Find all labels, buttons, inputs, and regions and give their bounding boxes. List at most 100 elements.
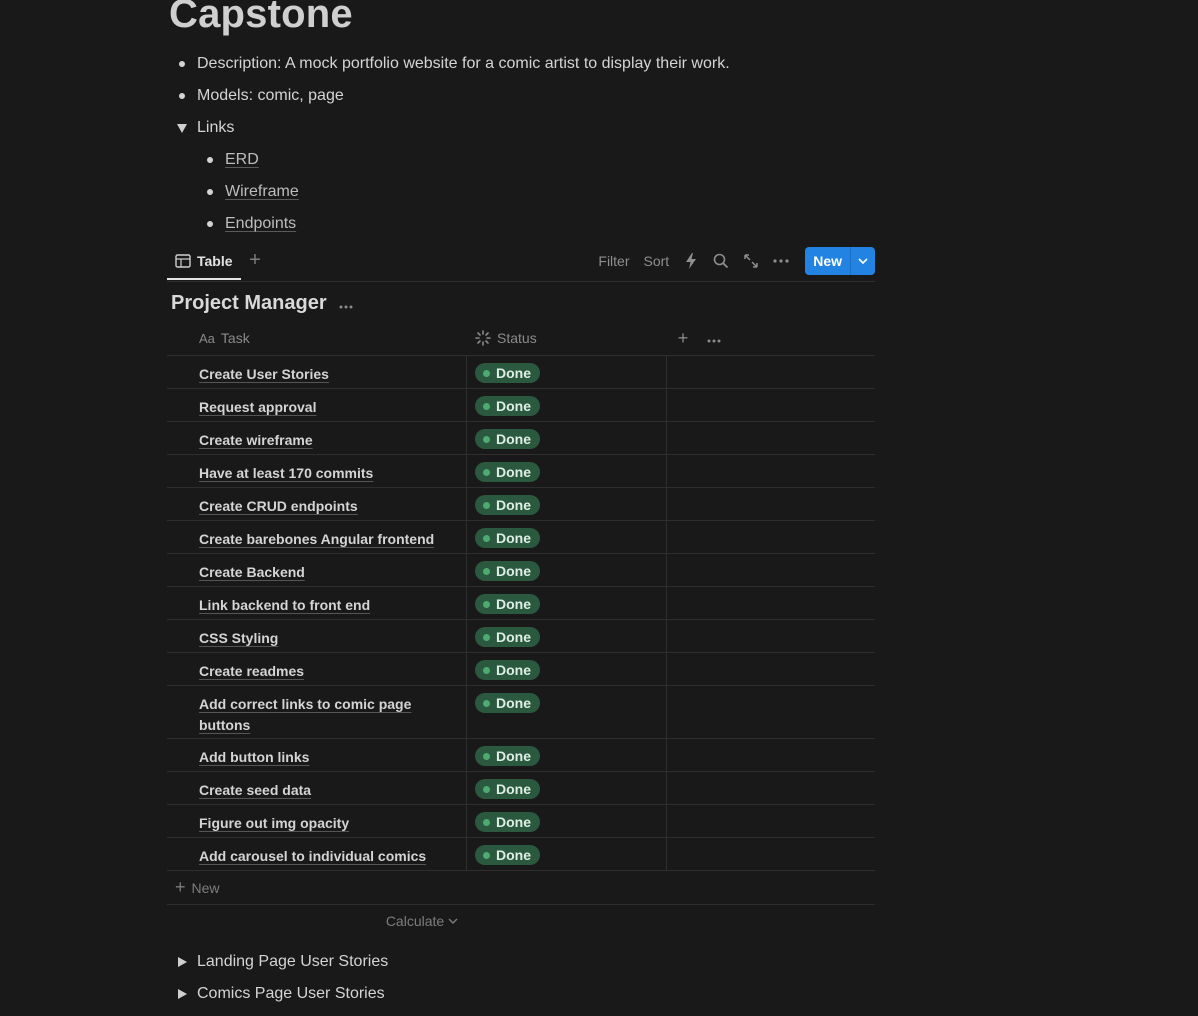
database-title-row: Project Manager — [171, 292, 353, 315]
link-erd[interactable]: ERD — [225, 151, 259, 169]
status-cell[interactable]: Done — [466, 422, 667, 454]
task-cell[interactable]: Link backend to front end — [167, 587, 467, 619]
status-cell[interactable]: Done — [466, 805, 667, 837]
automation-bolt-icon[interactable] — [681, 251, 701, 271]
task-title[interactable]: Add carousel to individual comics — [199, 846, 439, 867]
task-title[interactable]: Link backend to front end — [199, 595, 439, 616]
table-row[interactable]: CSS Styling Done — [167, 620, 875, 653]
status-cell[interactable]: Done — [466, 455, 667, 487]
table-row[interactable]: Add correct links to comic page buttons D… — [167, 686, 875, 739]
task-cell[interactable]: Create CRUD endpoints — [167, 488, 467, 520]
sort-button[interactable]: Sort — [644, 253, 670, 269]
search-icon[interactable] — [711, 251, 731, 271]
task-cell[interactable]: Add correct links to comic page buttons — [167, 686, 467, 738]
task-title[interactable]: Add button links — [199, 747, 439, 768]
task-cell[interactable]: CSS Styling — [167, 620, 467, 652]
table-header: Aa Task Status + — [167, 321, 875, 356]
task-cell[interactable]: Create wireframe — [167, 422, 467, 454]
link-endpoints[interactable]: Endpoints — [225, 215, 296, 233]
task-cell[interactable]: Request approval — [167, 389, 467, 421]
column-more-icon[interactable] — [707, 330, 721, 346]
table-row[interactable]: Create CRUD endpoints Done — [167, 488, 875, 521]
table-row[interactable]: Add carousel to individual comics Done — [167, 838, 875, 871]
task-cell[interactable]: Figure out img opacity — [167, 805, 467, 837]
filter-button[interactable]: Filter — [598, 253, 629, 269]
task-title[interactable]: Create Backend — [199, 562, 439, 583]
status-cell[interactable]: Done — [466, 521, 667, 553]
new-button[interactable]: New — [805, 247, 850, 275]
task-cell[interactable]: Create barebones Angular frontend — [167, 521, 467, 553]
task-cell[interactable]: Create seed data — [167, 772, 467, 804]
status-cell[interactable]: Done — [466, 838, 667, 870]
task-title[interactable]: Create User Stories — [199, 364, 439, 385]
task-title[interactable]: Create CRUD endpoints — [199, 496, 439, 517]
table-row[interactable]: Create seed data Done — [167, 772, 875, 805]
status-cell[interactable]: Done — [466, 389, 667, 421]
table-row[interactable]: Create wireframe Done — [167, 422, 875, 455]
task-title[interactable]: Have at least 170 commits — [199, 463, 439, 484]
link-wireframe[interactable]: Wireframe — [225, 183, 299, 201]
table-row[interactable]: Create barebones Angular frontend Done — [167, 521, 875, 554]
database-title[interactable]: Project Manager — [171, 292, 327, 315]
status-badge: Done — [475, 845, 540, 865]
task-cell[interactable]: Create readmes — [167, 653, 467, 685]
column-status-label: Status — [497, 330, 537, 346]
chevron-down-icon[interactable] — [850, 247, 875, 275]
task-cell[interactable]: Add button links — [167, 739, 467, 771]
table-icon — [175, 253, 191, 268]
table-row[interactable]: Have at least 170 commits Done — [167, 455, 875, 488]
task-title[interactable]: Figure out img opacity — [199, 813, 439, 834]
status-badge: Done — [475, 627, 540, 647]
calculate-button[interactable]: Calculate — [167, 905, 677, 937]
task-title[interactable]: CSS Styling — [199, 628, 439, 649]
expand-icon[interactable] — [741, 251, 761, 271]
table-row[interactable]: Figure out img opacity Done — [167, 805, 875, 838]
toggle-closed-icon[interactable] — [167, 989, 197, 999]
column-header-task[interactable]: Aa Task — [199, 330, 250, 346]
status-badge: Done — [475, 429, 540, 449]
table-row[interactable]: Create User Stories Done — [167, 356, 875, 389]
status-cell[interactable]: Done — [466, 686, 667, 738]
links-toggle[interactable]: Links — [167, 112, 867, 144]
task-title[interactable]: Add correct links to comic page buttons — [199, 694, 439, 736]
add-view-icon[interactable]: + — [245, 250, 265, 271]
task-cell[interactable]: Add carousel to individual comics — [167, 838, 467, 870]
status-badge: Done — [475, 528, 540, 548]
table-row[interactable]: Create Backend Done — [167, 554, 875, 587]
column-header-status[interactable]: Status — [475, 330, 537, 346]
status-badge: Done — [475, 363, 540, 383]
task-title[interactable]: Request approval — [199, 397, 439, 418]
task-title[interactable]: Create barebones Angular frontend — [199, 529, 439, 550]
more-options-icon[interactable] — [771, 251, 791, 271]
table-row[interactable]: Link backend to front end Done — [167, 587, 875, 620]
task-title[interactable]: Create readmes — [199, 661, 439, 682]
status-badge: Done — [475, 746, 540, 766]
status-cell[interactable]: Done — [466, 554, 667, 586]
toggle-landing-stories[interactable]: Landing Page User Stories — [167, 946, 867, 978]
status-cell[interactable]: Done — [466, 739, 667, 771]
status-cell[interactable]: Done — [466, 620, 667, 652]
status-cell[interactable]: Done — [466, 587, 667, 619]
database-more-icon[interactable] — [339, 292, 353, 315]
add-property-icon[interactable]: + — [675, 328, 691, 349]
task-title[interactable]: Create seed data — [199, 780, 439, 801]
table-row[interactable]: Create readmes Done — [167, 653, 875, 686]
toggle-comics-stories[interactable]: Comics Page User Stories — [167, 978, 867, 1010]
task-cell[interactable]: Have at least 170 commits — [167, 455, 467, 487]
task-cell[interactable]: Create User Stories — [167, 356, 467, 388]
add-row-button[interactable]: + New — [167, 871, 875, 905]
page-title: Capstone — [169, 0, 353, 36]
status-cell[interactable]: Done — [466, 653, 667, 685]
table-row[interactable]: Request approval Done — [167, 389, 875, 422]
chevron-down-icon — [448, 918, 458, 924]
status-cell[interactable]: Done — [466, 356, 667, 388]
status-cell[interactable]: Done — [466, 772, 667, 804]
task-cell[interactable]: Create Backend — [167, 554, 467, 586]
bullet-dot-icon — [195, 221, 225, 227]
toggle-closed-icon[interactable] — [167, 957, 197, 967]
task-title[interactable]: Create wireframe — [199, 430, 439, 451]
table-row[interactable]: Add button links Done — [167, 739, 875, 772]
tab-table[interactable]: Table — [167, 243, 241, 280]
status-cell[interactable]: Done — [466, 488, 667, 520]
toggle-open-icon[interactable] — [167, 123, 197, 133]
